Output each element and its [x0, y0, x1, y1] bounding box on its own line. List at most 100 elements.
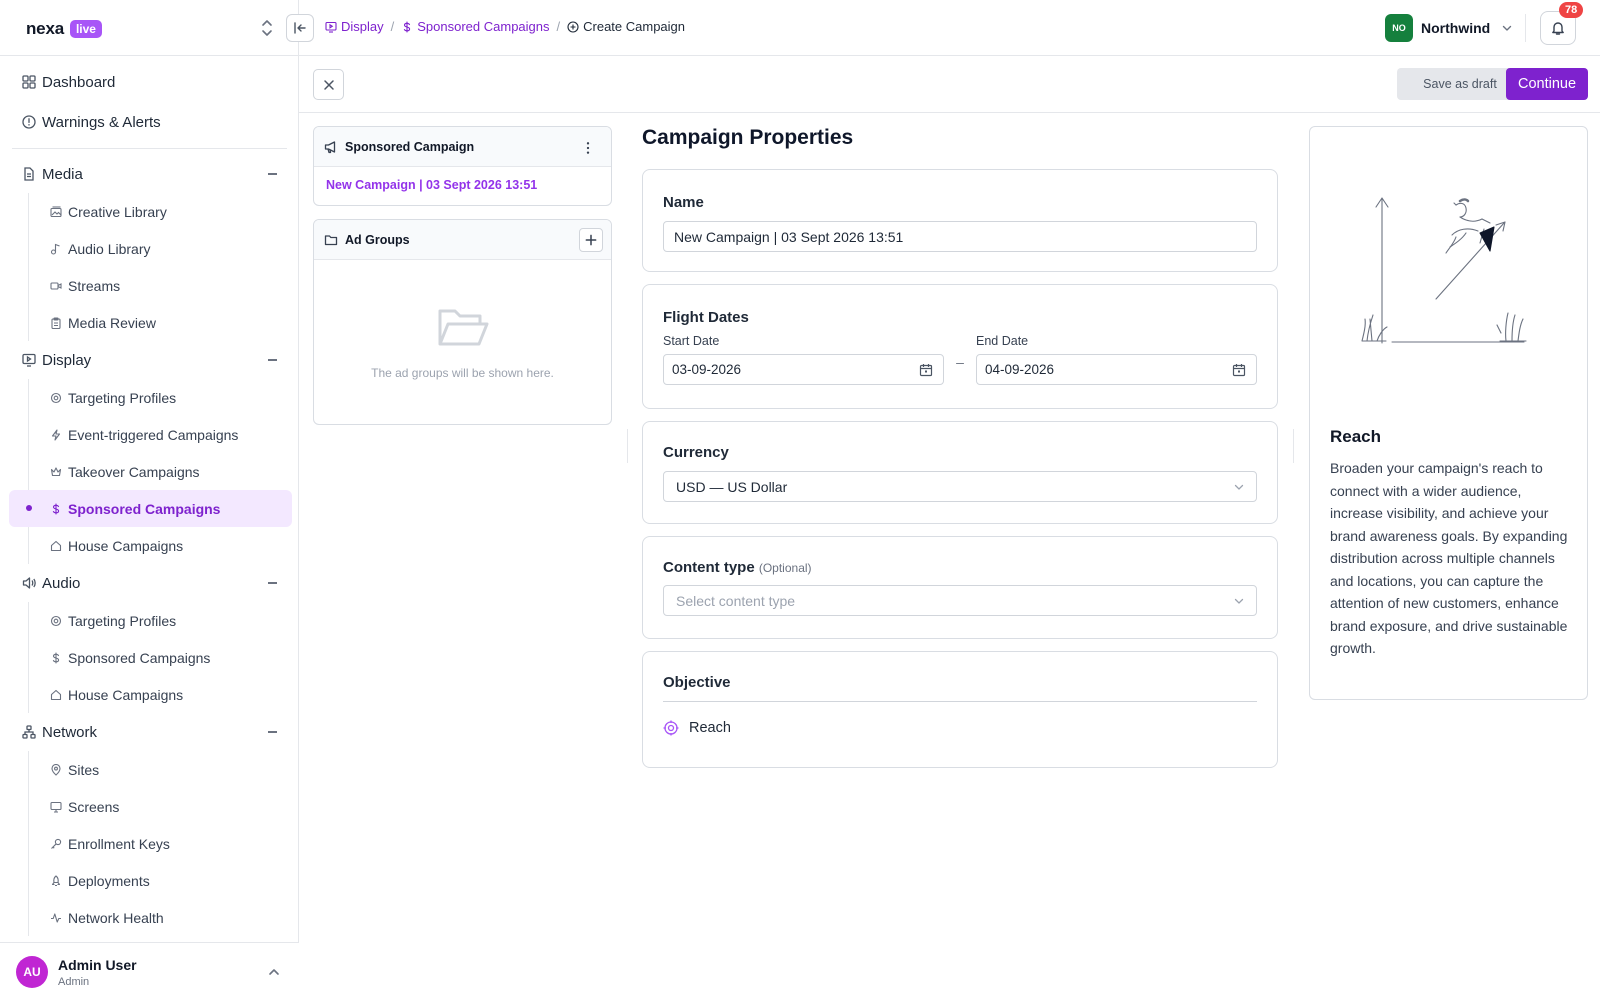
target-icon	[50, 392, 62, 403]
dollar-icon	[52, 651, 60, 664]
flight-dates-section: Flight Dates Start Date 03-09-2026 – End…	[642, 284, 1278, 409]
document-icon	[24, 167, 34, 181]
collapse-icon[interactable]	[268, 359, 277, 361]
start-date-input[interactable]: 03-09-2026	[663, 354, 944, 385]
continue-button[interactable]: Continue	[1506, 68, 1588, 100]
org-name: Northwind	[1421, 20, 1491, 36]
monitor-play-icon	[325, 21, 337, 33]
sidebar-item-house-campaigns[interactable]: House Campaigns	[29, 527, 299, 564]
sidebar-item-deployments[interactable]: Deployments	[29, 862, 299, 899]
chevron-up-icon[interactable]	[268, 967, 280, 977]
header-divider	[0, 55, 1600, 56]
end-date-label: End Date	[976, 334, 1029, 348]
sidebar-item-label: Dashboard	[42, 73, 116, 91]
collapse-icon[interactable]	[268, 731, 277, 733]
collapse-icon[interactable]	[268, 173, 277, 175]
brand[interactable]: nexa live	[26, 18, 102, 40]
sidebar-item-event-triggered-campaigns[interactable]: Event-triggered Campaigns	[29, 416, 299, 453]
sidebar-item-streams[interactable]: Streams	[29, 267, 299, 304]
activity-icon	[51, 912, 61, 923]
sidebar-item-warnings[interactable]: Warnings & Alerts	[0, 102, 299, 142]
ad-groups-header: Ad Groups	[314, 220, 611, 260]
home-icon	[50, 540, 62, 551]
user-name: Admin User	[58, 957, 137, 973]
sidebar-item-label: House Campaigns	[68, 537, 184, 554]
sidebar-group-audio[interactable]: Audio	[0, 564, 299, 602]
sidebar-item-dashboard[interactable]: Dashboard	[0, 62, 299, 102]
sidebar-group-items: Creative Library Audio Library Streams M…	[28, 193, 299, 341]
sidebar-group-label: Audio	[42, 574, 81, 592]
collapse-icon[interactable]	[268, 582, 277, 584]
workspace-switch-icon[interactable]	[259, 19, 275, 37]
more-options-icon[interactable]	[581, 141, 595, 155]
campaign-card-title: Sponsored Campaign	[345, 139, 475, 154]
ad-groups-card: Ad Groups The ad groups will be shown he…	[313, 219, 612, 425]
name-section: Name New Campaign | 03 Sept 2026 13:51	[642, 169, 1278, 272]
avatar: AU	[16, 956, 48, 988]
sidebar-item-media-review[interactable]: Media Review	[29, 304, 299, 341]
lightning-icon	[51, 428, 61, 441]
name-label: Name	[663, 194, 704, 211]
sidebar-item-enrollment-keys[interactable]: Enrollment Keys	[29, 825, 299, 862]
speaker-icon	[22, 577, 36, 589]
content-type-select[interactable]: Select content type	[663, 585, 1257, 616]
info-title: Reach	[1330, 427, 1382, 446]
monitor-play-icon	[22, 353, 36, 367]
sidebar-item-label: Sponsored Campaigns	[68, 500, 221, 517]
bell-icon	[1552, 22, 1564, 35]
save-draft-button[interactable]: Save as draft	[1397, 68, 1523, 100]
sidebar-group-items: Sites Screens Enrollment Keys Deployment…	[28, 751, 299, 936]
resize-handle[interactable]	[1293, 429, 1294, 463]
date-range-separator: –	[956, 354, 964, 370]
objective-option-reach[interactable]: Reach	[663, 720, 1257, 736]
sidebar-group-label: Network	[42, 723, 98, 741]
sidebar-group-network[interactable]: Network	[0, 713, 299, 751]
user-menu[interactable]: AU Admin User Admin	[0, 942, 299, 1000]
image-stack-icon	[50, 205, 62, 217]
end-date-input[interactable]: 04-09-2026	[976, 354, 1257, 385]
org-switcher[interactable]: NO Northwind	[1385, 14, 1512, 42]
active-indicator	[26, 505, 32, 511]
campaign-name-link[interactable]: New Campaign | 03 Sept 2026 13:51	[314, 167, 611, 203]
sidebar-item-label: Takeover Campaigns	[68, 463, 200, 480]
resize-handle[interactable]	[627, 429, 628, 463]
grid-icon	[22, 75, 36, 89]
collapse-sidebar-button[interactable]	[286, 14, 314, 42]
sidebar-group-display[interactable]: Display	[0, 341, 299, 379]
close-button[interactable]	[313, 69, 344, 100]
objective-label: Objective	[663, 674, 731, 691]
end-date-value: 04-09-2026	[985, 362, 1055, 377]
divider	[12, 148, 287, 149]
currency-select[interactable]: USD — US Dollar	[663, 471, 1257, 502]
calendar-icon[interactable]	[1232, 363, 1246, 377]
sidebar-group-label: Media	[42, 165, 83, 183]
sidebar-item-sites[interactable]: Sites	[29, 751, 299, 788]
alert-circle-icon	[22, 115, 36, 129]
sidebar-item-takeover-campaigns[interactable]: Takeover Campaigns	[29, 453, 299, 490]
calendar-icon[interactable]	[919, 363, 933, 377]
sidebar-item-label: Creative Library	[68, 203, 167, 220]
sidebar-item-screens[interactable]: Screens	[29, 788, 299, 825]
target-icon	[50, 615, 62, 626]
sidebar-item-audio-sponsored-campaigns[interactable]: Sponsored Campaigns	[29, 639, 299, 676]
sidebar-item-sponsored-campaigns[interactable]: Sponsored Campaigns	[9, 490, 292, 527]
sidebar-item-creative-library[interactable]: Creative Library	[29, 193, 299, 230]
name-input[interactable]: New Campaign | 03 Sept 2026 13:51	[663, 221, 1257, 252]
sidebar-item-label: Deployments	[68, 872, 150, 889]
sidebar-item-audio-library[interactable]: Audio Library	[29, 230, 299, 267]
objective-value: Reach	[689, 720, 731, 736]
currency-section: Currency USD — US Dollar	[642, 421, 1278, 524]
sidebar-group-media[interactable]: Media	[0, 155, 299, 193]
sidebar-item-audio-targeting-profiles[interactable]: Targeting Profiles	[29, 602, 299, 639]
chevron-down-icon	[1234, 598, 1244, 604]
currency-label: Currency	[663, 444, 729, 461]
breadcrumb-display[interactable]: Display	[325, 19, 384, 34]
add-ad-group-button[interactable]	[579, 228, 603, 252]
ad-groups-title: Ad Groups	[345, 232, 410, 247]
sidebar-item-audio-house-campaigns[interactable]: House Campaigns	[29, 676, 299, 713]
sidebar-item-targeting-profiles[interactable]: Targeting Profiles	[29, 379, 299, 416]
breadcrumb-sponsored-campaigns[interactable]: Sponsored Campaigns	[401, 19, 550, 34]
clipboard-icon	[51, 316, 61, 329]
sidebar-item-network-health[interactable]: Network Health	[29, 899, 299, 936]
breadcrumb-separator: /	[556, 19, 561, 34]
